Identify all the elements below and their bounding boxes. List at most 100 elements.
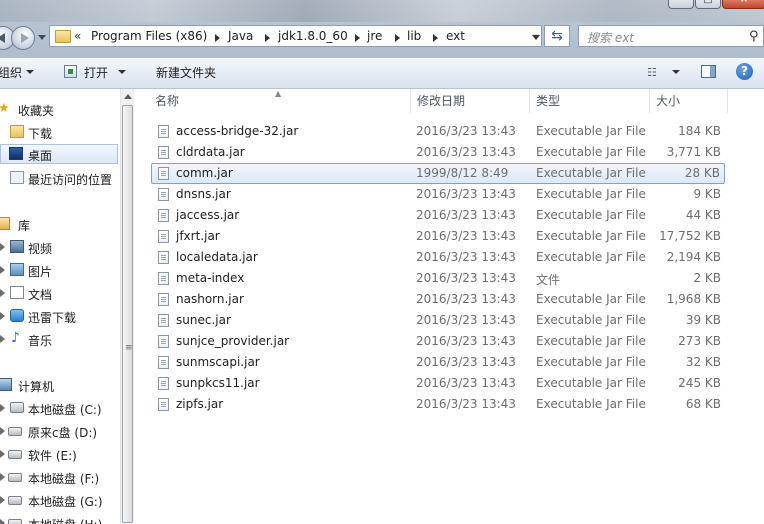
crumb-jre[interactable]: jre — [367, 29, 382, 43]
jar-file-icon — [158, 356, 169, 369]
crumb-separator-icon[interactable] — [215, 34, 220, 42]
file-date: 1999/8/12 8:49 — [416, 166, 509, 180]
organize-dropdown-icon[interactable] — [26, 70, 34, 74]
new-folder-button[interactable]: 新建文件夹 — [156, 64, 216, 81]
nav-item-drive-f[interactable]: 本地磁盘 (F:) — [0, 467, 118, 487]
column-header-date[interactable]: 修改日期 — [411, 89, 530, 113]
change-view-icon[interactable]: ☷ — [647, 67, 661, 79]
crumb-separator-icon[interactable] — [355, 34, 360, 42]
generic-file-icon — [158, 272, 169, 285]
close-icon: × — [723, 0, 764, 6]
nav-item-desktop[interactable]: 桌面 — [0, 144, 118, 164]
music-icon: ♪ — [11, 330, 20, 346]
file-row-selected[interactable]: comm.jar 1999/8/12 8:49 Executable Jar F… — [151, 163, 725, 184]
expand-arrow-icon[interactable] — [0, 519, 5, 524]
file-row[interactable]: sunec.jar 2016/3/23 13:43 Executable Jar… — [151, 310, 725, 331]
column-header-type[interactable]: 类型 — [530, 89, 650, 113]
file-size: 39 KB — [685, 313, 721, 327]
crumb-separator-icon[interactable] — [265, 34, 270, 42]
nav-label: 音乐 — [28, 334, 53, 348]
file-row[interactable]: dnsns.jar 2016/3/23 13:43 Executable Jar… — [151, 184, 725, 205]
expand-arrow-icon[interactable] — [0, 312, 5, 320]
expand-arrow-icon[interactable] — [0, 404, 5, 412]
nav-label: 本地磁盘 (H:) — [28, 516, 102, 524]
expand-arrow-icon[interactable] — [0, 496, 5, 504]
file-row[interactable]: jaccess.jar 2016/3/23 13:43 Executable J… — [151, 205, 725, 226]
close-button[interactable]: × — [722, 0, 764, 9]
expand-arrow-icon[interactable] — [0, 450, 5, 458]
expand-arrow-icon[interactable] — [0, 427, 5, 435]
crumb-lib[interactable]: lib — [407, 29, 421, 43]
navigation-pane: ★ 收藏夹 下载 桌面 最近访问的位置 库 视频 图片 文档 迅雷下载 ♪ 音乐… — [0, 89, 120, 524]
file-row[interactable]: cldrdata.jar 2016/3/23 13:43 Executable … — [151, 142, 725, 163]
open-dropdown-icon[interactable] — [118, 70, 126, 74]
nav-item-videos[interactable]: 视频 — [0, 237, 118, 257]
nav-item-downloads[interactable]: 下载 — [0, 122, 118, 142]
nav-favorites[interactable]: ★ 收藏夹 — [0, 99, 118, 119]
file-name: sunec.jar — [176, 313, 231, 327]
recent-pages-dropdown-icon[interactable] — [38, 35, 46, 40]
folder-icon — [55, 30, 71, 43]
file-row[interactable]: sunmscapi.jar 2016/3/23 13:43 Executable… — [151, 352, 725, 373]
expand-arrow-icon[interactable] — [0, 473, 5, 481]
file-row[interactable]: sunpkcs11.jar 2016/3/23 13:43 Executable… — [151, 373, 725, 394]
preview-pane-icon[interactable] — [701, 65, 716, 78]
nav-label: 本地磁盘 (C:) — [28, 403, 102, 417]
open-button[interactable]: 打开 — [84, 64, 108, 81]
thunder-downloads-icon — [10, 309, 24, 322]
file-row[interactable]: zipfs.jar 2016/3/23 13:43 Executable Jar… — [151, 394, 725, 415]
nav-item-documents[interactable]: 文档 — [0, 283, 118, 303]
search-icon[interactable]: ⚲ — [749, 29, 759, 44]
file-row[interactable]: localedata.jar 2016/3/23 13:43 Executabl… — [151, 247, 725, 268]
file-size: 68 KB — [685, 397, 721, 411]
crumb-separator-icon[interactable] — [395, 34, 400, 42]
refresh-button[interactable]: ⇆ — [544, 25, 570, 47]
expand-arrow-icon[interactable] — [0, 266, 5, 274]
nav-item-drive-e[interactable]: 软件 (E:) — [0, 444, 118, 464]
expand-arrow-icon[interactable] — [0, 289, 5, 297]
nav-item-drive-h[interactable]: 本地磁盘 (H:) — [0, 513, 118, 524]
minimize-button[interactable]: – — [668, 0, 694, 9]
view-options-dropdown-icon[interactable] — [672, 70, 680, 74]
search-input[interactable]: 搜索 ext ⚲ — [578, 25, 764, 47]
organize-button[interactable]: 组织 — [0, 64, 22, 81]
maximize-button[interactable]: □ — [695, 0, 721, 9]
system-drive-icon — [10, 402, 24, 413]
expand-arrow-icon[interactable] — [0, 243, 5, 251]
file-row[interactable]: access-bridge-32.jar 2016/3/23 13:43 Exe… — [151, 121, 725, 142]
column-header-size[interactable]: 大小 — [650, 89, 728, 113]
file-type: Executable Jar File — [536, 187, 646, 201]
file-row[interactable]: nashorn.jar 2016/3/23 13:43 Executable J… — [151, 289, 725, 310]
file-row[interactable]: sunjce_provider.jar 2016/3/23 13:43 Exec… — [151, 331, 725, 352]
crumb-java[interactable]: Java — [228, 29, 253, 43]
nav-item-drive-c[interactable]: 本地磁盘 (C:) — [0, 398, 118, 418]
expand-arrow-icon[interactable] — [0, 335, 5, 343]
scroll-up-arrow-icon[interactable] — [124, 94, 132, 99]
nav-label: 本地磁盘 (F:) — [28, 472, 100, 486]
drive-icon — [8, 427, 22, 436]
nav-item-drive-d[interactable]: 原来c盘 (D:) — [0, 421, 118, 441]
nav-item-recent-places[interactable]: 最近访问的位置 — [0, 168, 118, 188]
hidden-crumbs-chevron[interactable]: « — [74, 29, 81, 43]
scrollbar-thumb[interactable]: ≡ — [122, 105, 133, 523]
navigation-scrollbar[interactable]: ≡ — [120, 89, 134, 524]
nav-item-music[interactable]: ♪ 音乐 — [0, 329, 118, 349]
title-bar: – □ × « Program Files (x86) Java jdk1.8.… — [0, 0, 764, 58]
crumb-program-files[interactable]: Program Files (x86) — [91, 29, 207, 43]
nav-item-thunder-downloads[interactable]: 迅雷下载 — [0, 306, 118, 326]
file-row[interactable]: meta-index 2016/3/23 13:43 文件 2 KB — [151, 268, 725, 289]
forward-button[interactable] — [11, 26, 35, 50]
nav-item-pictures[interactable]: 图片 — [0, 260, 118, 280]
nav-label: 下载 — [28, 127, 53, 141]
crumb-ext[interactable]: ext — [446, 29, 465, 43]
crumb-jdk[interactable]: jdk1.8.0_60 — [278, 29, 348, 43]
file-row[interactable]: jfxrt.jar 2016/3/23 13:43 Executable Jar… — [151, 226, 725, 247]
nav-libraries[interactable]: 库 — [0, 214, 118, 234]
help-icon[interactable]: ? — [736, 63, 753, 80]
file-name: sunpkcs11.jar — [176, 376, 260, 390]
address-bar[interactable]: « Program Files (x86) Java jdk1.8.0_60 j… — [49, 25, 542, 47]
address-history-dropdown-icon[interactable] — [532, 35, 540, 40]
crumb-separator-icon[interactable] — [433, 34, 438, 42]
nav-computer[interactable]: 计算机 — [0, 375, 118, 395]
nav-item-drive-g[interactable]: 本地磁盘 (G:) — [0, 490, 118, 510]
